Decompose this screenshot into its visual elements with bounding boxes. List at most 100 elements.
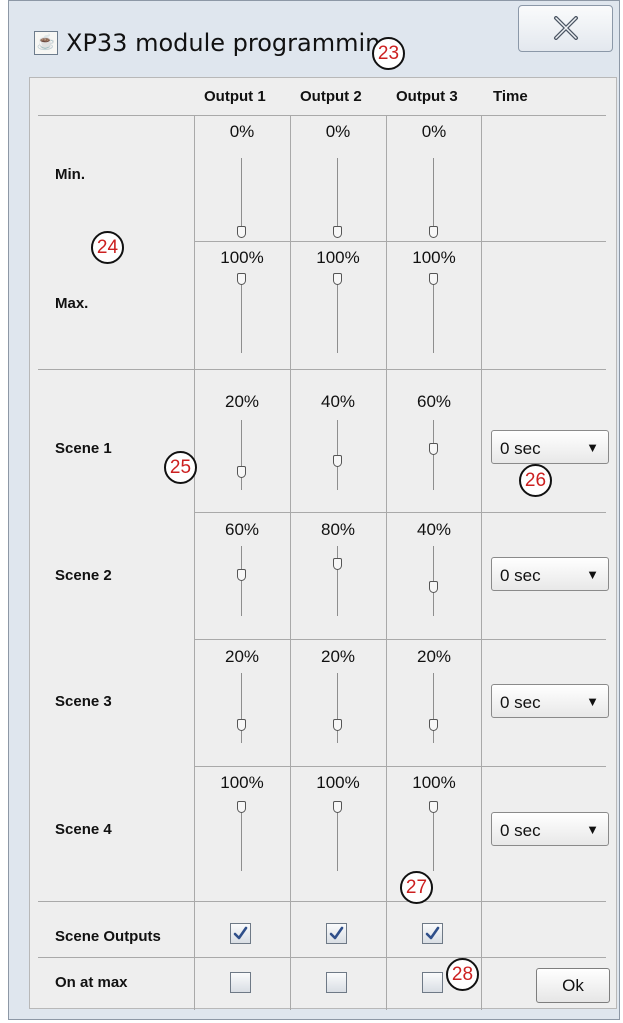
level-slider[interactable]	[424, 526, 444, 654]
slider-track	[337, 673, 338, 743]
scene-output-checkbox[interactable]	[230, 923, 251, 944]
column-divider	[481, 115, 482, 1010]
select-value: 0 sec	[500, 439, 541, 458]
on-at-max-checkbox[interactable]	[326, 972, 347, 993]
select-value: 0 sec	[500, 693, 541, 712]
slider-thumb[interactable]	[237, 801, 246, 813]
on-at-max-checkbox[interactable]	[422, 972, 443, 993]
on-at-max-checkbox[interactable]	[230, 972, 251, 993]
level-slider[interactable]	[232, 128, 252, 256]
level-slider[interactable]	[232, 253, 252, 381]
select-value: 0 sec	[500, 821, 541, 840]
level-slider[interactable]	[232, 653, 252, 781]
slider-track	[433, 673, 434, 743]
level-slider[interactable]	[328, 400, 348, 528]
column-divider	[386, 115, 387, 1010]
slider-thumb[interactable]	[237, 273, 246, 285]
row-label-scene-2: Scene 2	[55, 567, 112, 584]
slider-thumb[interactable]	[429, 443, 438, 456]
level-slider[interactable]	[232, 781, 252, 909]
scene-2-time-select[interactable]: 0 sec ▼	[491, 557, 609, 591]
select-value: 0 sec	[500, 566, 541, 585]
level-slider[interactable]	[424, 653, 444, 781]
slider-thumb[interactable]	[429, 801, 438, 813]
slider-thumb[interactable]	[333, 273, 342, 285]
slider-thumb[interactable]	[237, 226, 246, 238]
slider-thumb[interactable]	[237, 466, 246, 479]
row-divider	[38, 901, 606, 902]
column-divider	[290, 115, 291, 1010]
row-divider	[194, 241, 606, 242]
check-icon	[329, 926, 344, 940]
dropdown-arrow-icon: ▼	[586, 822, 599, 837]
ok-button[interactable]: Ok	[536, 968, 610, 1003]
column-header-output-3: Output 3	[396, 88, 458, 105]
slider-thumb[interactable]	[333, 557, 342, 570]
check-icon	[425, 926, 440, 940]
slider-thumb[interactable]	[237, 569, 246, 582]
column-divider	[194, 115, 195, 1010]
settings-panel: Output 1 Output 2 Output 3 Time Min. Max…	[29, 77, 617, 1010]
column-header-output-2: Output 2	[300, 88, 362, 105]
level-slider[interactable]	[232, 526, 252, 654]
java-icon: ☕	[34, 31, 58, 55]
slider-track	[241, 273, 242, 353]
slider-thumb[interactable]	[237, 719, 246, 732]
level-slider[interactable]	[328, 253, 348, 381]
callout-marker: 28	[446, 958, 479, 991]
slider-track	[433, 273, 434, 353]
window-title: XP33 module programming	[66, 29, 396, 57]
level-slider[interactable]	[424, 128, 444, 256]
slider-track	[337, 546, 338, 616]
row-divider	[38, 369, 606, 370]
check-icon	[233, 926, 248, 940]
slider-track	[241, 420, 242, 490]
slider-thumb[interactable]	[429, 226, 438, 238]
column-header-output-1: Output 1	[204, 88, 266, 105]
row-label-max: Max.	[55, 295, 89, 312]
column-header-time: Time	[493, 88, 528, 105]
slider-thumb[interactable]	[333, 226, 342, 238]
header-divider	[38, 115, 606, 116]
scene-1-time-select[interactable]: 0 sec ▼	[491, 430, 609, 464]
callout-marker: 25	[164, 451, 197, 484]
slider-thumb[interactable]	[333, 454, 342, 467]
close-button[interactable]	[518, 5, 613, 52]
dropdown-arrow-icon: ▼	[586, 694, 599, 709]
scene-4-time-select[interactable]: 0 sec ▼	[491, 812, 609, 846]
dropdown-arrow-icon: ▼	[586, 567, 599, 582]
title-bar[interactable]: ☕ XP33 module programming	[9, 1, 619, 77]
slider-thumb[interactable]	[429, 273, 438, 285]
level-slider[interactable]	[328, 653, 348, 781]
row-label-scene-outputs: Scene Outputs	[55, 928, 161, 945]
row-label-on-at-max: On at max	[55, 974, 128, 991]
scene-output-checkbox[interactable]	[326, 923, 347, 944]
row-divider	[194, 512, 606, 513]
level-slider[interactable]	[328, 526, 348, 654]
row-label-scene-3: Scene 3	[55, 693, 112, 710]
slider-thumb[interactable]	[333, 719, 342, 732]
level-slider[interactable]	[424, 253, 444, 381]
level-slider[interactable]	[328, 128, 348, 256]
dialog-window: ☕ XP33 module programming Output 1 Outpu…	[8, 0, 620, 1020]
level-slider[interactable]	[328, 781, 348, 909]
callout-marker: 23	[372, 37, 405, 70]
scene-3-time-select[interactable]: 0 sec ▼	[491, 684, 609, 718]
slider-track	[337, 273, 338, 353]
row-label-scene-1: Scene 1	[55, 440, 112, 457]
row-divider	[194, 766, 606, 767]
level-slider[interactable]	[424, 400, 444, 528]
slider-thumb[interactable]	[429, 580, 438, 593]
close-icon	[554, 16, 578, 40]
row-divider	[38, 957, 606, 958]
row-label-scene-4: Scene 4	[55, 821, 112, 838]
slider-thumb[interactable]	[429, 719, 438, 732]
callout-marker: 26	[519, 464, 552, 497]
level-slider[interactable]	[232, 400, 252, 528]
scene-output-checkbox[interactable]	[422, 923, 443, 944]
callout-marker: 27	[400, 871, 433, 904]
callout-marker: 24	[91, 231, 124, 264]
row-label-min: Min.	[55, 166, 85, 183]
slider-thumb[interactable]	[333, 801, 342, 813]
row-divider	[194, 639, 606, 640]
